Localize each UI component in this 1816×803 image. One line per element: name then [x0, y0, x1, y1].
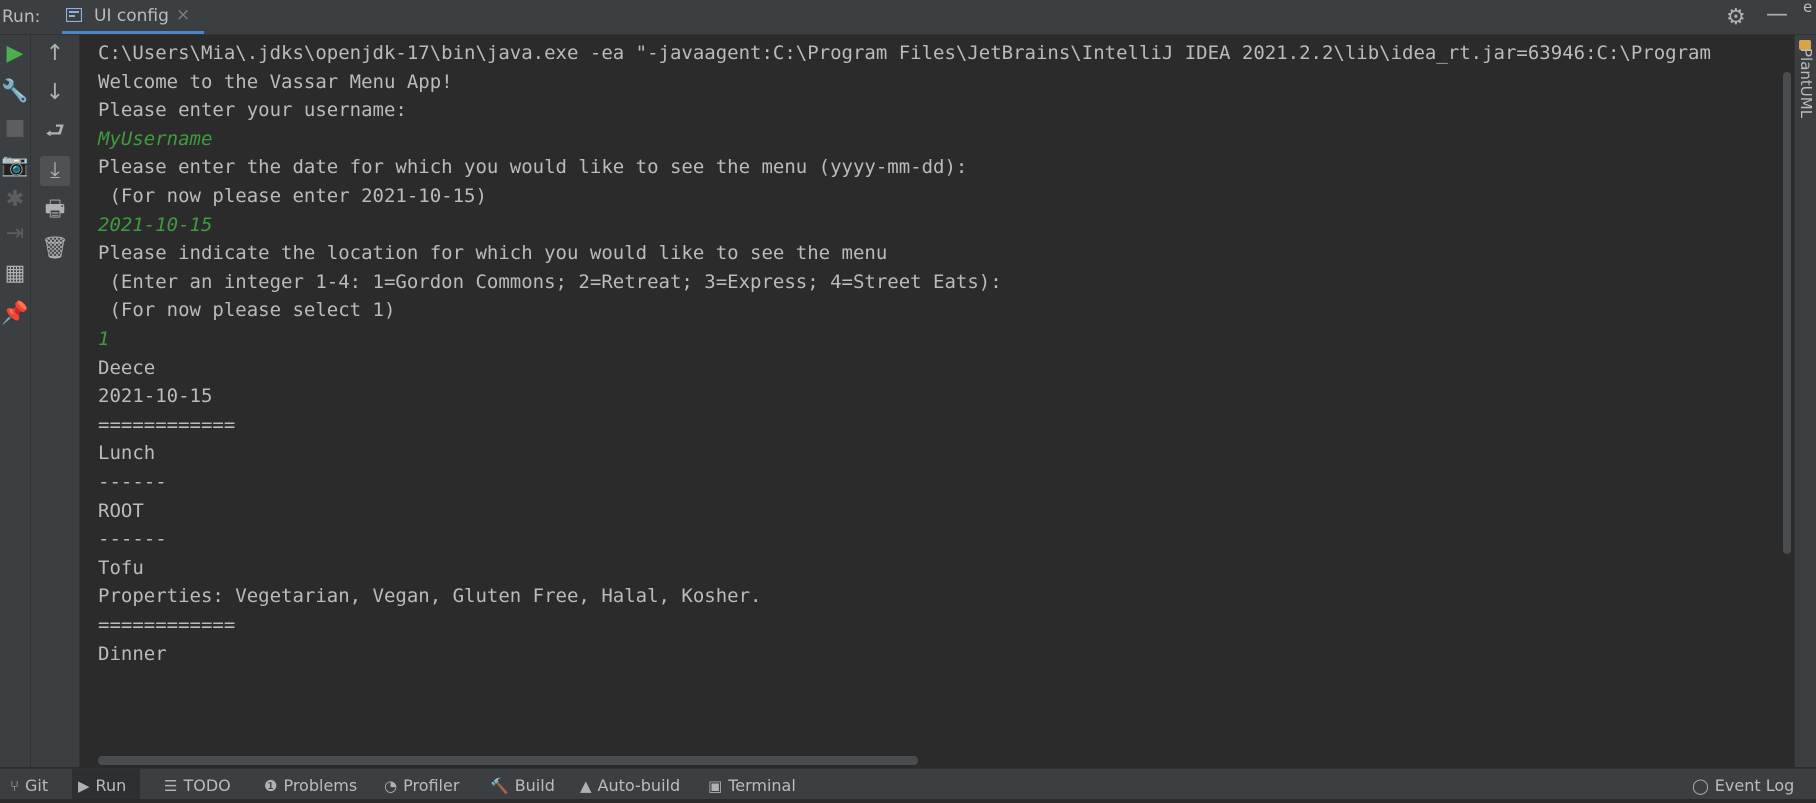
todo-label: TODO [183, 776, 231, 795]
auto-build-icon: ▲ [580, 777, 592, 795]
soft-wrap-icon[interactable]: ⮐ [40, 117, 70, 147]
minimize-icon[interactable]: — [1766, 2, 1788, 27]
console-output-line: ============ [98, 413, 236, 436]
wrench-icon[interactable]: 🔧 [0, 79, 30, 105]
console-output-line: ------ [98, 528, 167, 551]
tab-ui-config[interactable]: UI config × [62, 0, 204, 34]
tab-build[interactable]: 🔨 Build [484, 769, 560, 799]
auto-build-label: Auto-build [597, 776, 681, 795]
bottom-tool-bar: ⑂ Git ▶ Run ☰ TODO ❶ Problems ◔ Profiler 🔨 Build ▲ Au… [0, 768, 1816, 799]
run-icon[interactable]: ▶ [0, 41, 30, 67]
print-icon[interactable]: 🖶 [40, 195, 70, 225]
console-output-line: Properties: Vegetarian, Vegan, Gluten Fr… [98, 585, 762, 608]
build-label: Build [514, 776, 555, 795]
problems-label: Problems [283, 776, 358, 795]
vertical-scrollbar[interactable] [1781, 35, 1793, 757]
event-log-label: Event Log [1714, 776, 1795, 795]
console-output-line: (For now please enter 2021-10-15) [98, 185, 487, 207]
tab-run[interactable]: ▶ Run [72, 769, 140, 799]
tab-terminal[interactable]: ▣ Terminal [702, 769, 798, 799]
console-tab-icon [66, 8, 82, 22]
console-output-line: Lunch [98, 442, 156, 465]
right-tool-strip [1794, 35, 1816, 767]
plantuml-tool-button[interactable]: PlantUML [1797, 48, 1815, 118]
gear-icon[interactable]: ⚙ [1726, 5, 1746, 30]
debug-icon[interactable]: ✱ [0, 187, 30, 213]
problems-icon: ❶ [264, 777, 278, 795]
console-actions-toolbar: ↑ ↓ ⮐ ⤓ 🖶 🗑 [31, 35, 80, 767]
run-label: Run [95, 776, 127, 795]
run-actions-toolbar: ▶ 🔧 ■ 📷 ✱ ⇥ ▦ 📌 [0, 35, 31, 767]
console-output-line: ROOT [98, 499, 144, 522]
console-input-line: 2021-10-15 [98, 213, 213, 236]
console-output-line: 2021-10-15 [98, 385, 213, 408]
tab-event-log[interactable]: ◯ Event Log [1686, 769, 1804, 799]
horizontal-scrollbar-thumb[interactable] [98, 756, 918, 765]
tab-title: UI config [94, 6, 169, 26]
stop-icon[interactable]: ■ [0, 115, 30, 141]
console-output-line: C:\Users\Mia\.jdks\openjdk-17\bin\java.e… [98, 42, 1711, 64]
console-output-line: ============ [98, 614, 236, 636]
scroll-to-end-icon[interactable]: ⤓ [40, 156, 70, 186]
profiler-icon: ◔ [384, 777, 398, 795]
exit-icon[interactable]: ⇥ [0, 221, 30, 247]
terminal-icon: ▣ [708, 777, 723, 795]
vertical-scrollbar-thumb[interactable] [1783, 72, 1791, 554]
console-output-line: Please enter the date for which you woul… [98, 156, 968, 179]
layout-icon[interactable]: ▦ [0, 261, 30, 287]
tab-problems[interactable]: ❶ Problems [258, 769, 364, 799]
up-arrow-icon[interactable]: ↑ [40, 39, 70, 69]
tab-auto-build[interactable]: ▲ Auto-build [574, 769, 688, 799]
console-output-line: Please indicate the location for which y… [98, 242, 888, 265]
down-arrow-icon[interactable]: ↓ [40, 78, 70, 108]
console-output[interactable]: C:\Users\Mia\.jdks\openjdk-17\bin\java.e… [80, 35, 1780, 757]
tool-window-header: Run: UI config × ⚙ — [0, 0, 1816, 35]
trash-icon[interactable]: 🗑 [40, 234, 70, 264]
tab-todo[interactable]: ☰ TODO [158, 769, 242, 799]
console-output-line: Dinner [98, 642, 167, 665]
tab-profiler[interactable]: ◔ Profiler [378, 769, 470, 799]
terminal-label: Terminal [728, 776, 796, 795]
run-window-label: Run: [2, 7, 41, 27]
console-output-line: Tofu [98, 556, 144, 579]
console-output-line: ------ [98, 471, 167, 493]
right-strip-top-char: e [1803, 0, 1813, 16]
console-output-line: Deece [98, 356, 156, 379]
console-output-line: (Enter an integer 1-4: 1=Gordon Commons;… [98, 270, 1002, 293]
build-icon: 🔨 [490, 777, 509, 795]
profiler-label: Profiler [403, 776, 460, 795]
console-output-line: Welcome to the Vassar Menu App! [98, 70, 453, 93]
pin-icon[interactable]: 📌 [0, 301, 30, 327]
close-icon[interactable]: × [176, 5, 190, 25]
console-output-line: Please enter your username: [98, 99, 407, 122]
todo-icon: ☰ [164, 777, 178, 795]
run-icon: ▶ [78, 777, 90, 795]
event-log-icon: ◯ [1692, 777, 1709, 795]
camera-icon[interactable]: 📷 [0, 153, 30, 179]
git-label: Git [25, 776, 49, 795]
tab-git[interactable]: ⑂ Git [4, 769, 60, 799]
git-icon: ⑂ [10, 777, 20, 795]
console-output-line: (For now please select 1) [98, 299, 396, 322]
console-input-line: MyUsername [98, 127, 213, 150]
console-input-line: 1 [98, 328, 110, 350]
